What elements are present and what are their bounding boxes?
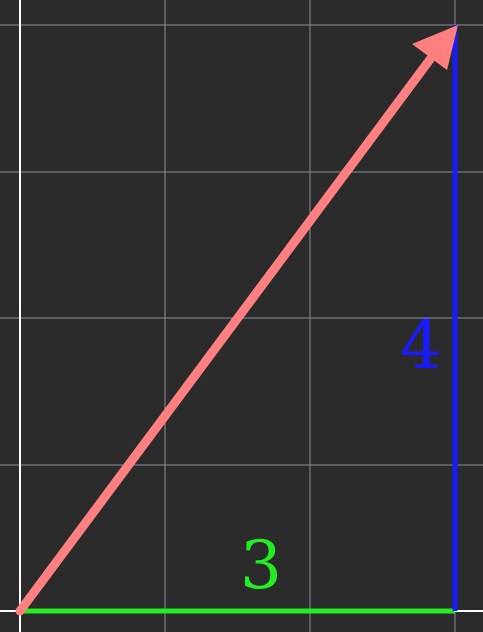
hypotenuse-arrow-shaft: [15, 45, 442, 616]
hypotenuse-arrow-head: [412, 25, 458, 70]
vector-diagram: 3 4: [0, 0, 483, 632]
horizontal-side-label: 3: [240, 527, 282, 604]
diagram-canvas: 3 4: [0, 0, 483, 632]
vertical-side-label: 4: [400, 307, 442, 384]
